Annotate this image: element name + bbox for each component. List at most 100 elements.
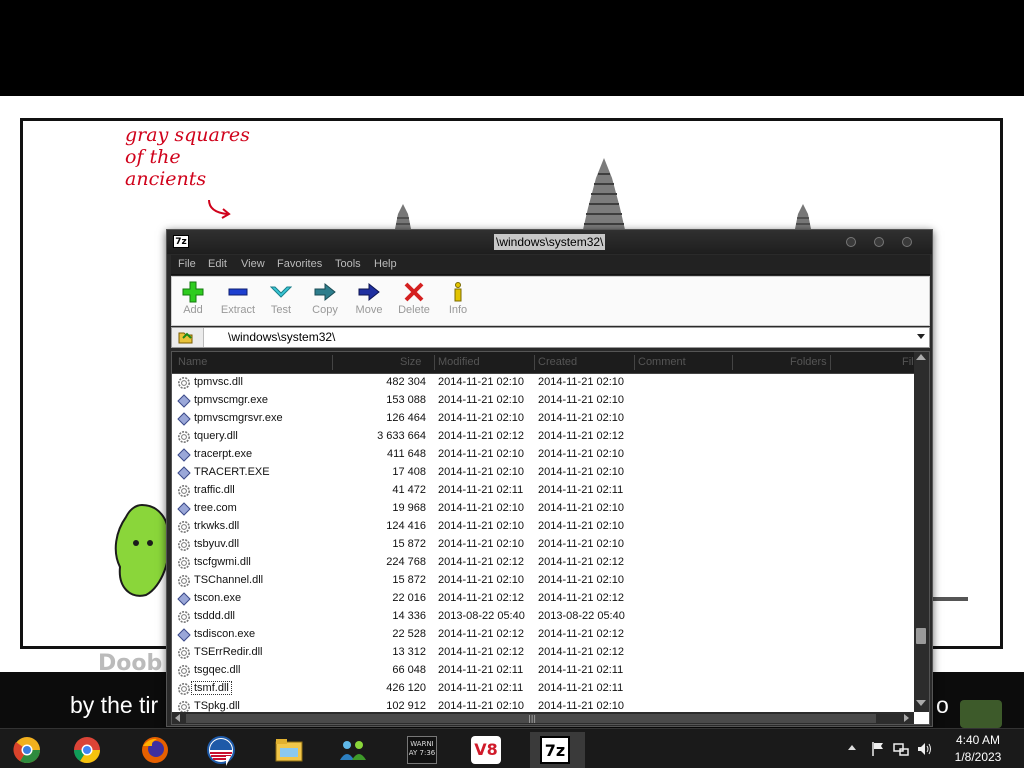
close-button[interactable] <box>902 237 912 247</box>
file-created: 2014-11-21 02:10 <box>538 376 625 388</box>
taskbar-obama-logo[interactable] <box>196 732 246 768</box>
column-size[interactable]: Size <box>400 356 421 368</box>
title-bar[interactable]: 7z \windows\system32\ <box>167 230 932 254</box>
diamond-icon <box>177 592 191 606</box>
table-row[interactable]: tscon.exe 22 016 2014-11-21 02:12 2014-11-2… <box>172 590 914 608</box>
scroll-left-icon[interactable] <box>175 714 180 722</box>
menu-help[interactable]: Help <box>374 258 397 270</box>
menu-file[interactable]: File <box>178 258 196 270</box>
menu-view[interactable]: View <box>241 258 265 270</box>
vertical-scrollbar[interactable] <box>914 352 929 712</box>
file-modified: 2014-11-21 02:12 <box>438 592 525 604</box>
column-created[interactable]: Created <box>538 356 577 368</box>
table-row[interactable]: tsgqec.dll 66 048 2014-11-21 02:11 2014-11-… <box>172 662 914 680</box>
file-created: 2014-11-21 02:10 <box>538 412 625 424</box>
table-row[interactable]: TRACERT.EXE 17 408 2014-11-21 02:10 2014-11… <box>172 464 914 482</box>
delete-button[interactable]: Delete <box>393 279 435 323</box>
7zip-icon: 7z <box>540 736 570 764</box>
flag-icon[interactable] <box>870 741 886 757</box>
copy-icon <box>314 282 336 302</box>
taskbar-file-explorer[interactable] <box>264 732 314 768</box>
column-divider[interactable] <box>830 355 831 370</box>
folder-up-icon[interactable] <box>172 328 204 347</box>
arrow-icon <box>208 199 231 219</box>
column-comment[interactable]: Comment <box>638 356 686 368</box>
table-row[interactable]: tpmvscmgr.exe 153 088 2014-11-21 02:10 2014… <box>172 392 914 410</box>
chevron-down-icon[interactable] <box>917 334 925 339</box>
minimize-button[interactable] <box>846 237 856 247</box>
taskbar-v8[interactable]: V8 <box>461 732 511 768</box>
info-button[interactable]: Info <box>437 279 479 323</box>
firefox-icon <box>142 737 168 763</box>
file-name: tree.com <box>194 502 237 514</box>
column-divider[interactable] <box>332 355 333 370</box>
menu-edit[interactable]: Edit <box>208 258 227 270</box>
table-row[interactable]: TSChannel.dll 15 872 2014-11-21 02:10 2014-… <box>172 572 914 590</box>
table-row[interactable]: tree.com 19 968 2014-11-21 02:10 2014-11-21… <box>172 500 914 518</box>
file-explorer-icon <box>275 739 303 762</box>
taskbar-warning-app[interactable]: WARNI AY 7:36 <box>397 732 447 768</box>
sevenzip-window: 7z \windows\system32\ File Edit View Fav… <box>166 229 933 727</box>
file-created: 2014-11-21 02:10 <box>538 466 625 478</box>
taskbar-chrome-canary[interactable] <box>2 732 52 768</box>
table-row[interactable]: tsbyuv.dll 15 872 2014-11-21 02:10 2014-11-… <box>172 536 914 554</box>
file-size: 41 472 <box>392 484 426 496</box>
table-row[interactable]: tsddd.dll 14 336 2013-08-22 05:40 2013-08-2… <box>172 608 914 626</box>
table-row[interactable]: tsdiscon.exe 22 528 2014-11-21 02:12 2014-1… <box>172 626 914 644</box>
scrollbar-thumb[interactable] <box>916 628 926 644</box>
table-row[interactable]: tscfgwmi.dll 224 768 2014-11-21 02:12 2014-… <box>172 554 914 572</box>
maximize-button[interactable] <box>874 237 884 247</box>
mouse-cursor <box>226 756 231 766</box>
column-divider[interactable] <box>434 355 435 370</box>
horizontal-scrollbar[interactable]: ||| <box>172 712 914 724</box>
scroll-down-icon[interactable] <box>916 700 926 706</box>
v8-icon: V8 <box>471 736 501 764</box>
move-button[interactable]: Move <box>348 279 390 323</box>
taskbar-chrome[interactable] <box>62 732 112 768</box>
file-size: 411 648 <box>387 448 426 460</box>
column-name[interactable]: Name <box>178 356 207 368</box>
gear-icon <box>177 646 191 660</box>
volume-icon[interactable] <box>916 741 932 757</box>
tray-expand-icon[interactable] <box>848 745 856 750</box>
table-row[interactable]: trkwks.dll 124 416 2014-11-21 02:10 2014-11… <box>172 518 914 536</box>
file-size: 22 016 <box>392 592 426 604</box>
menu-tools[interactable]: Tools <box>335 258 361 270</box>
column-files[interactable]: Fil <box>902 356 914 368</box>
table-row[interactable]: tpmvscmgrsvr.exe 126 464 2014-11-21 02:10 2… <box>172 410 914 428</box>
taskbar-network-people[interactable] <box>328 732 378 768</box>
menu-favorites[interactable]: Favorites <box>277 258 322 270</box>
scroll-right-icon[interactable] <box>904 714 909 722</box>
comic-faded-text: Doob <box>98 651 163 672</box>
column-divider[interactable] <box>634 355 635 370</box>
file-list[interactable]: Name Size Modified Created Comment Folde… <box>171 351 930 725</box>
file-size: 3 633 664 <box>377 430 426 442</box>
table-row[interactable]: TSpkg.dll 102 912 2014-11-21 02:10 2014-11-… <box>172 698 914 712</box>
copy-button[interactable]: Copy <box>304 279 346 323</box>
extract-button[interactable]: Extract <box>217 279 259 323</box>
column-modified[interactable]: Modified <box>438 356 480 368</box>
table-row[interactable]: tquery.dll 3 633 664 2014-11-21 02:12 2014-… <box>172 428 914 446</box>
clock-date[interactable]: 1/8/2023 <box>950 750 1006 764</box>
gear-icon <box>177 484 191 498</box>
taskbar-firefox[interactable] <box>130 732 180 768</box>
obama-logo-icon <box>207 736 235 764</box>
table-row[interactable]: tpmvsc.dll 482 304 2014-11-21 02:10 2014-11… <box>172 374 914 392</box>
add-button[interactable]: Add <box>172 279 214 323</box>
table-row[interactable]: tsmf.dll 426 120 2014-11-21 02:11 2014-11-2… <box>172 680 914 698</box>
table-row[interactable]: traffic.dll 41 472 2014-11-21 02:11 2014-11… <box>172 482 914 500</box>
file-created: 2014-11-21 02:10 <box>538 448 625 460</box>
table-row[interactable]: TSErrRedir.dll 13 312 2014-11-21 02:12 2014… <box>172 644 914 662</box>
taskbar-7zip[interactable]: 7z <box>530 732 585 768</box>
scroll-up-icon[interactable] <box>916 354 926 360</box>
address-bar[interactable]: \windows\system32\ <box>171 327 930 348</box>
column-divider[interactable] <box>534 355 535 370</box>
column-divider[interactable] <box>732 355 733 370</box>
file-name: tscon.exe <box>194 592 242 604</box>
file-created: 2014-11-21 02:11 <box>538 664 624 676</box>
network-icon[interactable] <box>893 741 909 757</box>
clock-time[interactable]: 4:40 AM <box>950 733 1006 747</box>
table-row[interactable]: tracerpt.exe 411 648 2014-11-21 02:10 2014-… <box>172 446 914 464</box>
column-folders[interactable]: Folders <box>790 356 827 368</box>
test-button[interactable]: Test <box>260 279 302 323</box>
